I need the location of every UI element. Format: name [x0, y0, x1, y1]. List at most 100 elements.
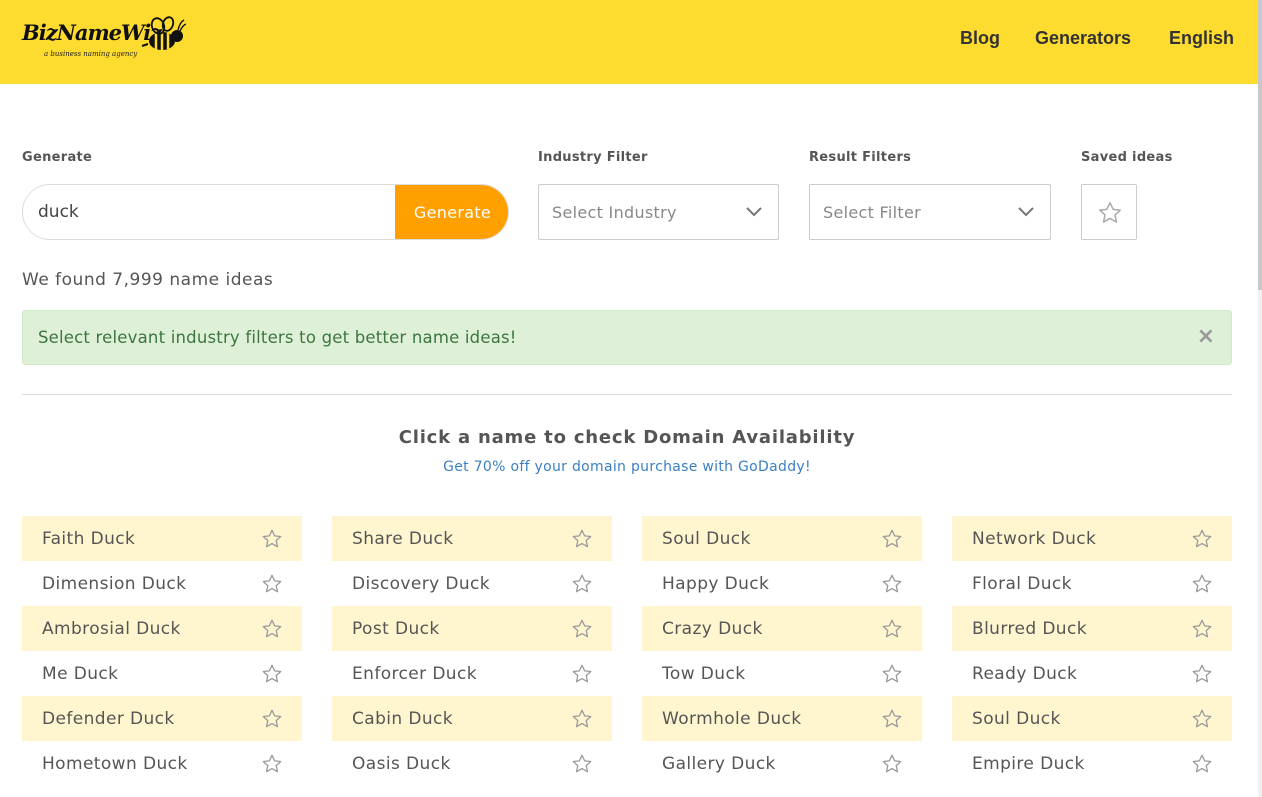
name-idea-item[interactable]: Post Duck [332, 606, 612, 651]
name-idea-item[interactable]: Faith Duck [22, 516, 302, 561]
chevron-down-icon [1018, 207, 1034, 217]
name-idea-text: Post Duck [352, 619, 440, 639]
name-idea-item[interactable]: Dimension Duck [22, 561, 302, 606]
star-outline-icon[interactable] [261, 528, 283, 550]
name-idea-text: Wormhole Duck [662, 709, 802, 729]
name-idea-text: Enforcer Duck [352, 664, 477, 684]
industry-select[interactable]: Select Industry [538, 184, 779, 240]
star-outline-icon[interactable] [1191, 618, 1213, 640]
name-idea-item[interactable]: Enforcer Duck [332, 651, 612, 696]
generate-button[interactable]: Generate [395, 185, 508, 239]
star-outline-icon[interactable] [1191, 753, 1213, 775]
generate-label: Generate [22, 150, 93, 165]
name-idea-item[interactable]: Soul Duck [642, 516, 922, 561]
star-outline-icon[interactable] [1191, 528, 1213, 550]
keyword-input[interactable] [23, 185, 395, 239]
name-idea-item[interactable]: Cabin Duck [332, 696, 612, 741]
page-scrollbar[interactable] [1258, 0, 1262, 797]
name-idea-item[interactable]: Share Duck [332, 516, 612, 561]
name-idea-item[interactable]: Oasis Duck [332, 741, 612, 786]
alert-message: Select relevant industry filters to get … [38, 328, 517, 347]
name-idea-text: Oasis Duck [352, 754, 451, 774]
name-idea-text: Discovery Duck [352, 574, 491, 594]
name-idea-item[interactable]: Happy Duck [642, 561, 922, 606]
star-outline-icon[interactable] [881, 663, 903, 685]
industry-select-value: Select Industry [552, 203, 677, 222]
results-count: We found 7,999 name ideas [22, 270, 274, 290]
saved-ideas-label: Saved ideas [1081, 150, 1173, 165]
name-idea-item[interactable]: Discovery Duck [332, 561, 612, 606]
name-idea-text: Gallery Duck [662, 754, 776, 774]
logo-tagline: a business naming agency [44, 50, 138, 58]
godaddy-promo-link[interactable]: Get 70% off your domain purchase with Go… [0, 459, 1254, 475]
name-idea-text: Happy Duck [662, 574, 770, 594]
saved-ideas-button[interactable] [1081, 184, 1137, 240]
result-filter-value: Select Filter [823, 203, 921, 222]
name-idea-text: Floral Duck [972, 574, 1072, 594]
name-idea-text: Dimension Duck [42, 574, 187, 594]
star-outline-icon[interactable] [881, 753, 903, 775]
biznamewiz-logo[interactable]: BizNameWiz a business naming agency [22, 14, 187, 64]
name-idea-item[interactable]: Gallery Duck [642, 741, 922, 786]
name-idea-text: Soul Duck [662, 529, 751, 549]
divider [22, 394, 1232, 395]
star-outline-icon[interactable] [881, 618, 903, 640]
name-idea-item[interactable]: Ambrosial Duck [22, 606, 302, 651]
star-outline-icon[interactable] [881, 573, 903, 595]
name-idea-text: Tow Duck [662, 664, 746, 684]
star-outline-icon[interactable] [881, 528, 903, 550]
result-filters-label: Result Filters [809, 150, 912, 165]
star-outline-icon[interactable] [571, 573, 593, 595]
name-idea-item[interactable]: Hometown Duck [22, 741, 302, 786]
name-idea-item[interactable]: Network Duck [952, 516, 1232, 561]
nav-language[interactable]: English [1169, 28, 1234, 49]
star-outline-icon[interactable] [1191, 573, 1213, 595]
site-header: BizNameWiz a business naming agency Blog… [0, 0, 1258, 84]
name-idea-item[interactable]: Soul Duck [952, 696, 1232, 741]
close-icon[interactable]: × [1197, 325, 1215, 349]
nav-blog[interactable]: Blog [960, 28, 1000, 49]
scrollbar-thumb[interactable] [1258, 0, 1262, 290]
star-outline-icon[interactable] [881, 708, 903, 730]
name-idea-text: Ambrosial Duck [42, 619, 181, 639]
name-idea-text: Cabin Duck [352, 709, 454, 729]
name-idea-text: Me Duck [42, 664, 119, 684]
name-idea-text: Hometown Duck [42, 754, 188, 774]
name-idea-text: Faith Duck [42, 529, 136, 549]
name-idea-text: Soul Duck [972, 709, 1061, 729]
name-idea-text: Crazy Duck [662, 619, 763, 639]
name-idea-item[interactable]: Wormhole Duck [642, 696, 922, 741]
star-outline-icon[interactable] [1191, 708, 1213, 730]
name-idea-item[interactable]: Empire Duck [952, 741, 1232, 786]
result-filter-select[interactable]: Select Filter [809, 184, 1051, 240]
nav-generators[interactable]: Generators [1035, 28, 1131, 49]
name-idea-item[interactable]: Me Duck [22, 651, 302, 696]
name-idea-item[interactable]: Crazy Duck [642, 606, 922, 651]
bee-icon [141, 16, 186, 50]
name-idea-text: Empire Duck [972, 754, 1085, 774]
star-outline-icon[interactable] [571, 753, 593, 775]
name-idea-item[interactable]: Ready Duck [952, 651, 1232, 696]
star-outline-icon[interactable] [261, 753, 283, 775]
star-outline-icon[interactable] [571, 708, 593, 730]
name-idea-item[interactable]: Tow Duck [642, 651, 922, 696]
star-outline-icon[interactable] [261, 708, 283, 730]
name-idea-text: Share Duck [352, 529, 454, 549]
star-outline-icon[interactable] [571, 618, 593, 640]
name-idea-text: Network Duck [972, 529, 1097, 549]
star-outline-icon[interactable] [261, 663, 283, 685]
name-idea-item[interactable]: Blurred Duck [952, 606, 1232, 651]
star-outline-icon[interactable] [1191, 663, 1213, 685]
star-outline-icon[interactable] [571, 663, 593, 685]
name-idea-text: Blurred Duck [972, 619, 1087, 639]
name-idea-item[interactable]: Defender Duck [22, 696, 302, 741]
chevron-down-icon [746, 207, 762, 217]
industry-filter-label: Industry Filter [538, 150, 648, 165]
star-outline-icon[interactable] [261, 573, 283, 595]
star-outline-icon [1098, 201, 1122, 223]
domain-check-title: Click a name to check Domain Availabilit… [398, 427, 856, 448]
name-idea-item[interactable]: Floral Duck [952, 561, 1232, 606]
star-outline-icon[interactable] [571, 528, 593, 550]
star-outline-icon[interactable] [261, 618, 283, 640]
search-bar: Generate [22, 184, 509, 240]
